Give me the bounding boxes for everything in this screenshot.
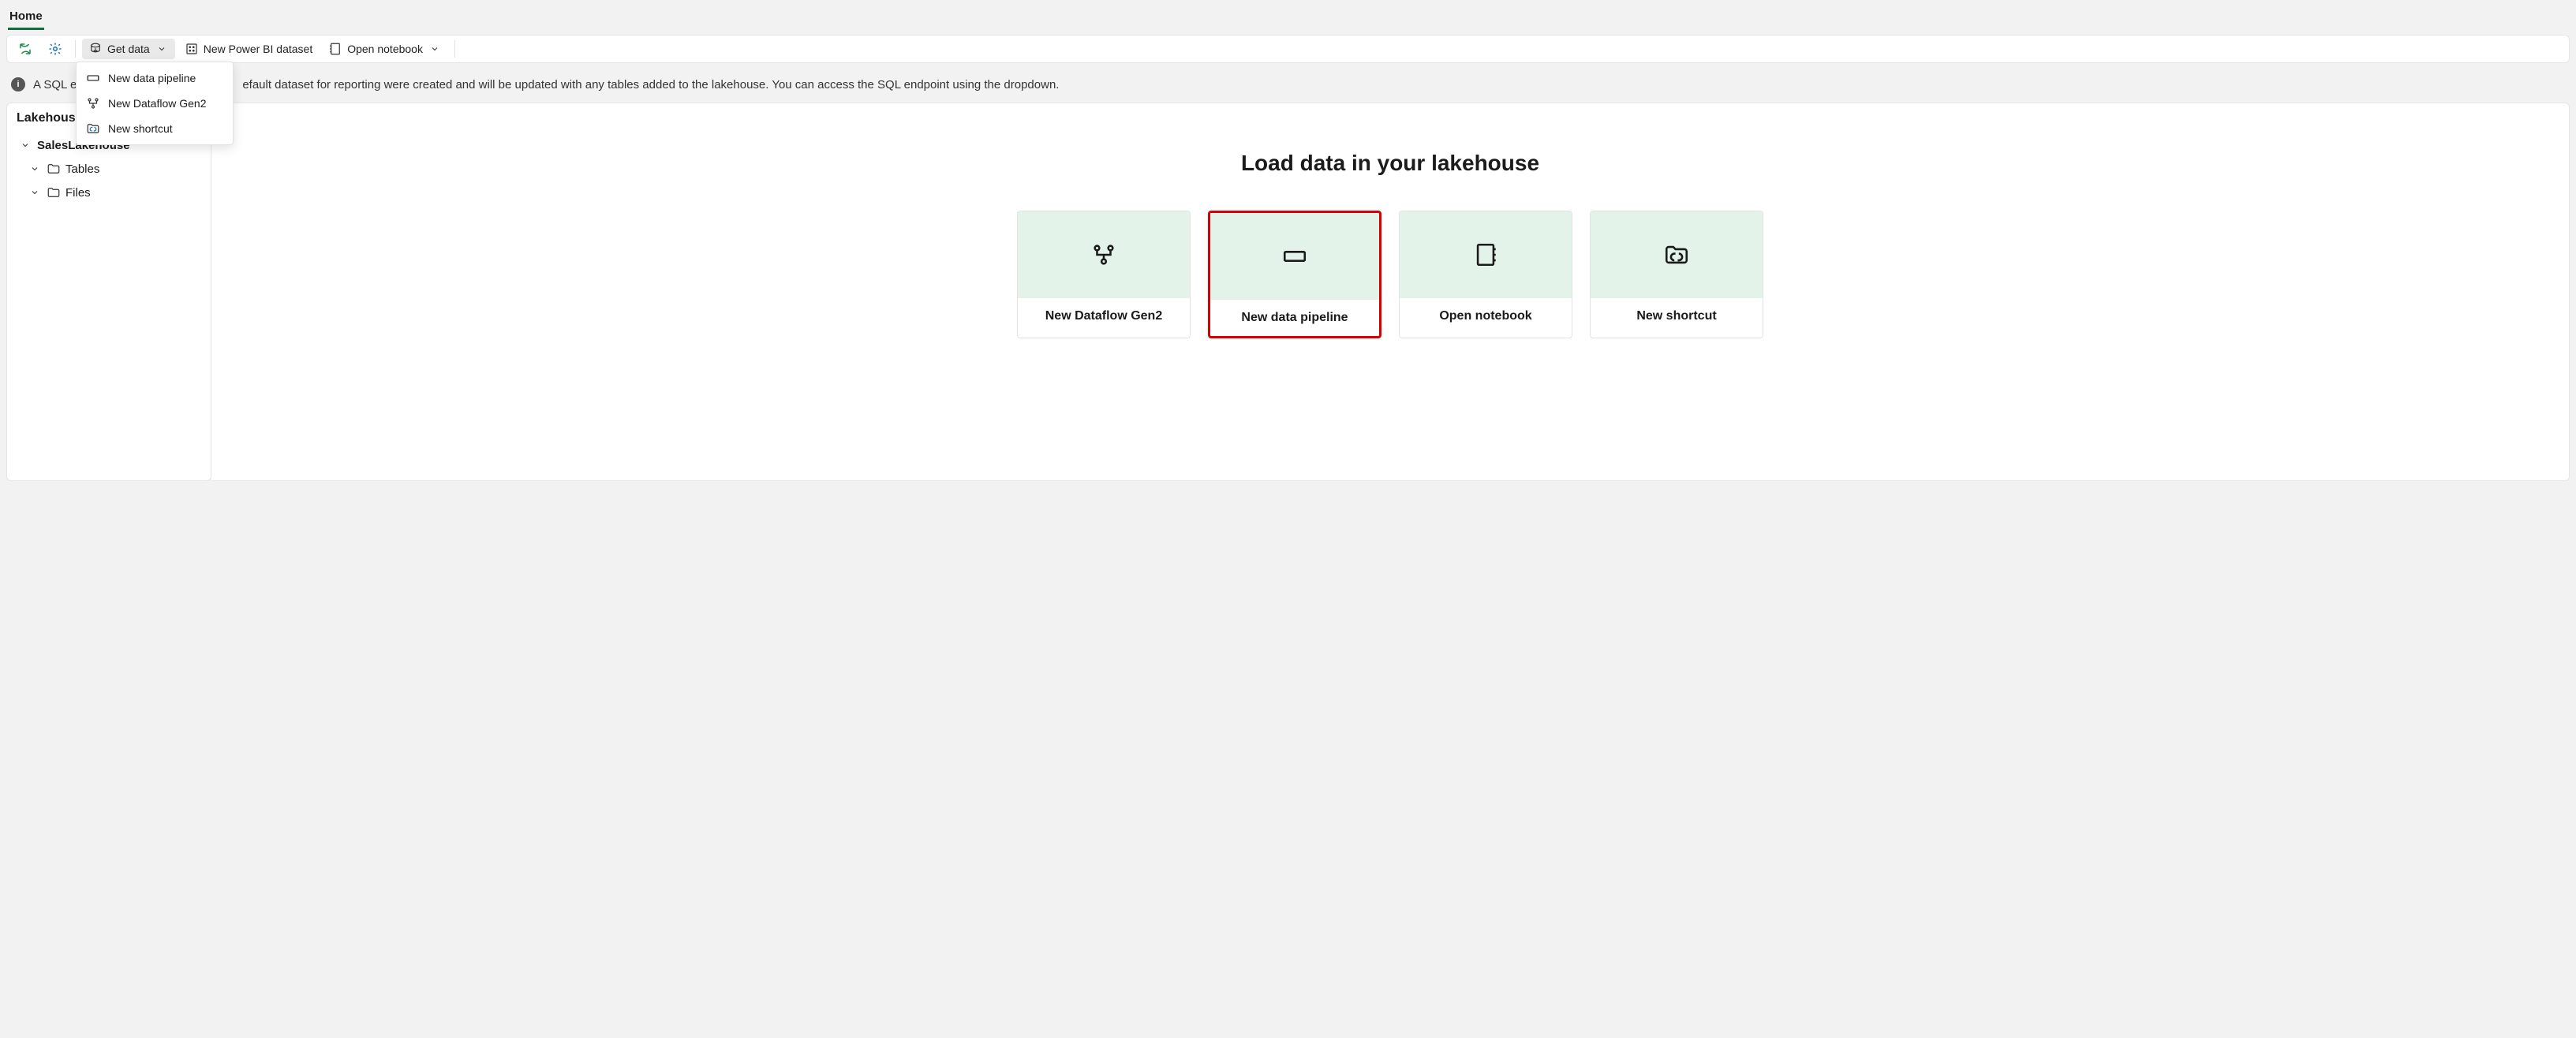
info-text-left: A SQL e xyxy=(33,78,77,91)
menu-item-new-dataflow-gen2[interactable]: New Dataflow Gen2 xyxy=(77,91,233,116)
lakehouse-explorer: Lakehous SalesLakehouse Tables Files xyxy=(6,103,211,481)
card-new-shortcut[interactable]: New shortcut xyxy=(1590,211,1763,338)
new-powerbi-dataset-button[interactable]: New Power BI dataset xyxy=(178,39,320,59)
chevron-down-icon xyxy=(18,138,32,152)
open-notebook-label: Open notebook xyxy=(347,43,423,55)
menu-item-label: New data pipeline xyxy=(108,72,196,84)
shortcut-icon xyxy=(1663,241,1690,268)
menu-item-new-data-pipeline[interactable]: New data pipeline xyxy=(77,65,233,91)
card-label: New data pipeline xyxy=(1210,300,1379,336)
canvas-hero-title: Load data in your lakehouse xyxy=(227,151,2553,176)
chevron-down-icon xyxy=(428,42,442,56)
info-icon: i xyxy=(11,77,25,91)
card-label: New shortcut xyxy=(1591,298,1763,334)
chevron-down-icon xyxy=(28,185,42,200)
card-new-dataflow-gen2[interactable]: New Dataflow Gen2 xyxy=(1017,211,1191,338)
folder-icon xyxy=(47,185,61,200)
card-label: New Dataflow Gen2 xyxy=(1018,298,1190,334)
main-canvas: Load data in your lakehouse New Dataflow… xyxy=(211,103,2570,481)
card-thumb xyxy=(1018,211,1190,298)
notebook-icon xyxy=(328,42,342,56)
tab-strip: Home xyxy=(0,0,2576,30)
open-notebook-button[interactable]: Open notebook xyxy=(322,39,448,59)
card-open-notebook[interactable]: Open notebook xyxy=(1399,211,1572,338)
get-data-button[interactable]: Get data xyxy=(82,39,175,59)
shortcut-icon xyxy=(86,121,100,136)
card-thumb xyxy=(1400,211,1572,298)
card-thumb xyxy=(1591,211,1763,298)
menu-item-new-shortcut[interactable]: New shortcut xyxy=(77,116,233,141)
toolbar-separator xyxy=(454,40,455,58)
toolbar-separator xyxy=(75,40,76,58)
tree-node-tables[interactable]: Tables xyxy=(7,157,211,181)
dataflow-icon xyxy=(86,96,100,110)
pipeline-icon xyxy=(1281,243,1308,270)
tree-node-label: Tables xyxy=(65,162,99,176)
card-new-data-pipeline[interactable]: New data pipeline xyxy=(1208,211,1381,338)
pipeline-icon xyxy=(86,71,100,85)
get-data-label: Get data xyxy=(107,43,150,55)
load-data-cards: New Dataflow Gen2 New data pipeline Open… xyxy=(227,211,2553,338)
menu-item-label: New Dataflow Gen2 xyxy=(108,97,207,110)
card-thumb xyxy=(1210,213,1379,300)
notebook-icon xyxy=(1472,241,1499,268)
folder-icon xyxy=(47,162,61,176)
info-text-right: efault dataset for reporting were create… xyxy=(242,78,1059,91)
chevron-down-icon xyxy=(155,42,169,56)
toolbar: Get data New Power BI dataset Open noteb… xyxy=(6,35,2570,63)
gear-icon xyxy=(48,42,62,56)
tab-home[interactable]: Home xyxy=(8,6,44,30)
tree-node-label: Files xyxy=(65,186,91,200)
menu-item-label: New shortcut xyxy=(108,122,173,135)
dataset-icon xyxy=(185,42,199,56)
card-label: Open notebook xyxy=(1400,298,1572,334)
chevron-down-icon xyxy=(28,162,42,176)
database-import-icon xyxy=(88,42,103,56)
refresh-icon xyxy=(18,42,32,56)
refresh-button[interactable] xyxy=(12,39,39,59)
tree-node-files[interactable]: Files xyxy=(7,181,211,204)
dataflow-icon xyxy=(1090,241,1117,268)
info-bar: i A SQL e efault dataset for reporting w… xyxy=(6,71,2570,98)
new-powerbi-dataset-label: New Power BI dataset xyxy=(204,43,313,55)
settings-button[interactable] xyxy=(42,39,69,59)
get-data-menu: New data pipeline New Dataflow Gen2 New … xyxy=(76,62,234,145)
